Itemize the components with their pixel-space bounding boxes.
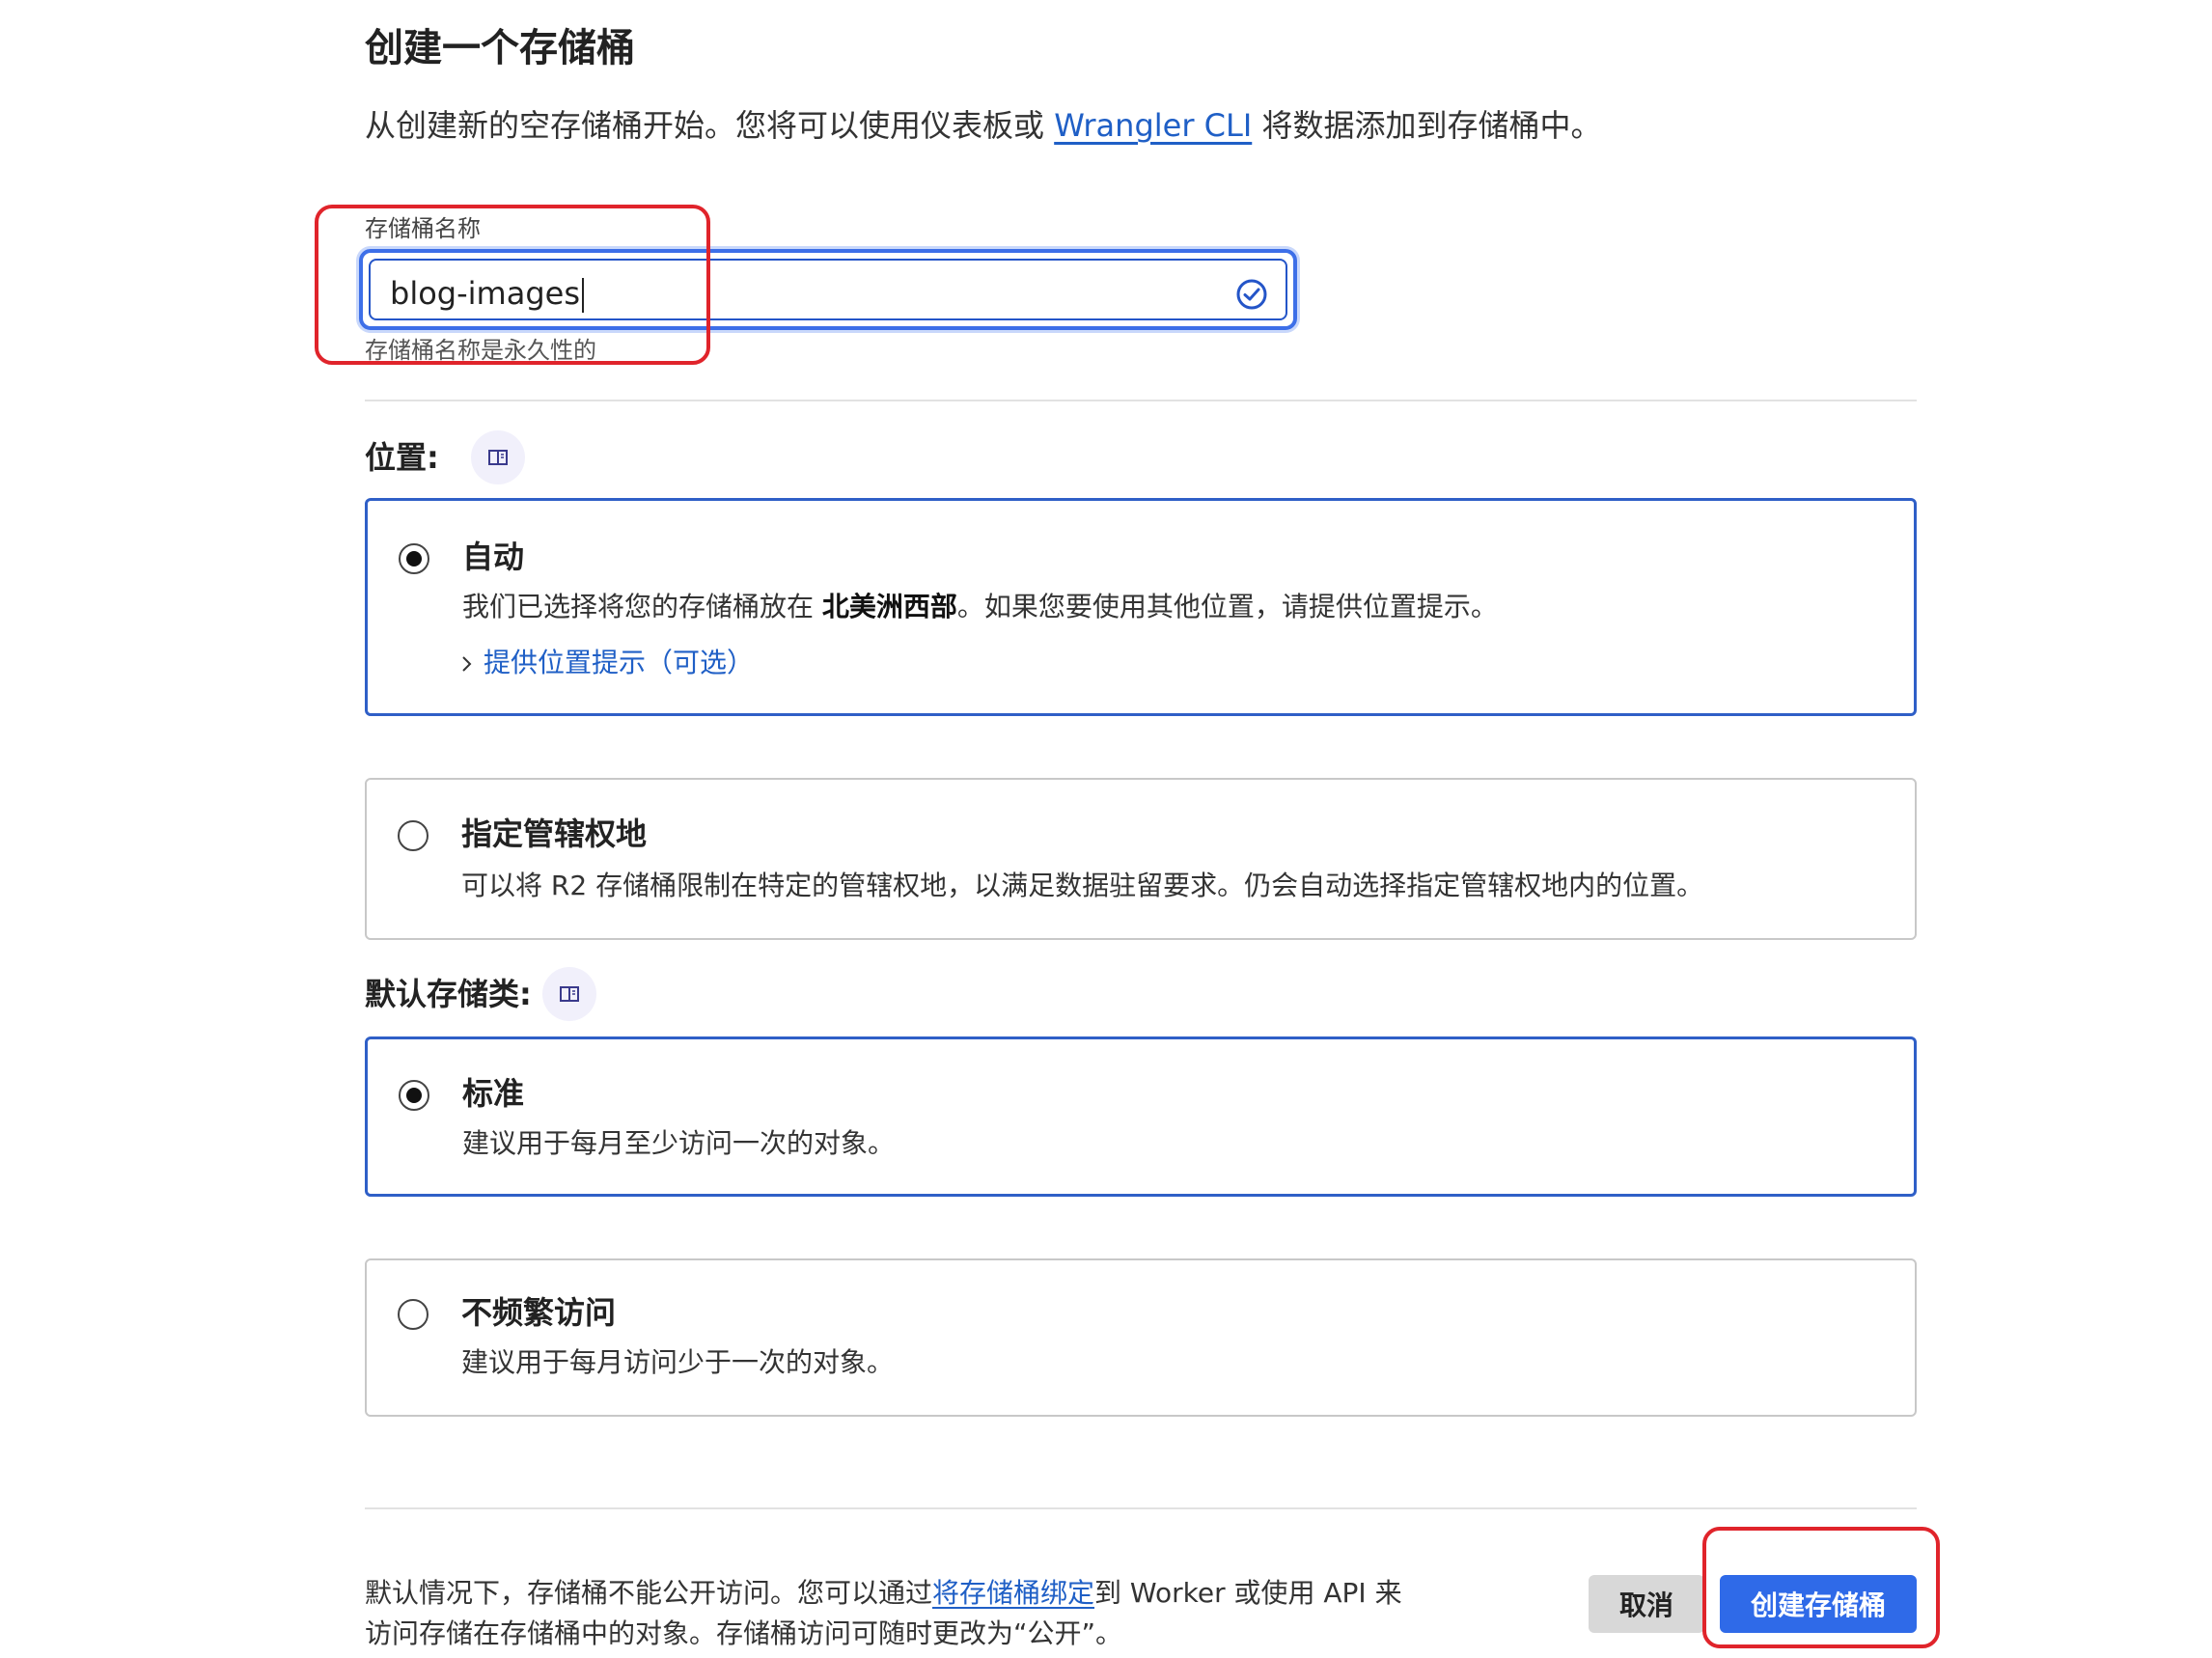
option-description: 可以将 R2 存储桶限制在特定的管辖权地，以满足数据驻留要求。仍会自动选择指定管… bbox=[461, 870, 1704, 901]
option-title: 标准 bbox=[462, 1075, 525, 1112]
location-option-auto[interactable]: 自动 我们已选择将您的存储桶放在 北美洲西部。如果您要使用其他位置，请提供位置提… bbox=[365, 498, 1917, 716]
notice-text: 默认情况下，存储桶不能公开访问。您可以通过 bbox=[365, 1577, 933, 1609]
storage-class-option-infrequent[interactable]: 不频繁访问 建议用于每月访问少于一次的对象。 bbox=[365, 1258, 1917, 1417]
radio-standard[interactable] bbox=[399, 1080, 429, 1111]
desc-region: 北美洲西部 bbox=[821, 591, 957, 622]
divider bbox=[365, 1507, 1917, 1509]
divider bbox=[365, 400, 1917, 401]
storage-class-option-standard[interactable]: 标准 建议用于每月至少访问一次的对象。 bbox=[365, 1036, 1917, 1197]
page-title: 创建一个存储桶 bbox=[365, 26, 635, 70]
subtitle-text-before: 从创建新的空存储桶开始。您将可以使用仪表板或 bbox=[365, 107, 1055, 144]
wrangler-cli-link[interactable]: Wrangler CLI bbox=[1054, 107, 1252, 144]
bind-bucket-link[interactable]: 将存储桶绑定 bbox=[932, 1577, 1094, 1609]
public-access-notice: 默认情况下，存储桶不能公开访问。您可以通过将存储桶绑定到 Worker 或使用 … bbox=[365, 1573, 1407, 1654]
cancel-button[interactable]: 取消 bbox=[1589, 1575, 1704, 1633]
subtitle-text-after: 将数据添加到存储桶中。 bbox=[1252, 107, 1602, 144]
annotation-highlight-create bbox=[1702, 1527, 1940, 1648]
option-description: 建议用于每月访问少于一次的对象。 bbox=[461, 1346, 895, 1378]
location-hint-link[interactable]: 提供位置提示（可选） bbox=[484, 647, 754, 678]
option-description: 建议用于每月至少访问一次的对象。 bbox=[462, 1127, 896, 1159]
option-title: 自动 bbox=[462, 539, 525, 575]
radio-auto[interactable] bbox=[399, 543, 429, 574]
radio-jurisdiction[interactable] bbox=[398, 820, 429, 851]
storage-class-label: 默认存储类: bbox=[365, 976, 532, 1012]
location-option-jurisdiction[interactable]: 指定管辖权地 可以将 R2 存储桶限制在特定的管辖权地，以满足数据驻留要求。仍会… bbox=[365, 778, 1917, 940]
book-icon bbox=[488, 450, 508, 465]
option-title: 不频繁访问 bbox=[461, 1294, 617, 1331]
option-title: 指定管辖权地 bbox=[461, 815, 648, 852]
desc-text: 我们已选择将您的存储桶放在 bbox=[462, 591, 822, 622]
page-subtitle: 从创建新的空存储桶开始。您将可以使用仪表板或 Wrangler CLI 将数据添… bbox=[365, 102, 1601, 149]
valid-check-icon bbox=[1236, 279, 1267, 310]
book-icon bbox=[560, 986, 579, 1002]
location-hint-toggle[interactable]: 提供位置提示（可选） bbox=[460, 644, 754, 682]
option-description: 我们已选择将您的存储桶放在 北美洲西部。如果您要使用其他位置，请提供位置提示。 bbox=[462, 588, 1498, 626]
location-label: 位置: bbox=[365, 439, 439, 476]
location-docs-button[interactable] bbox=[471, 430, 525, 484]
storage-class-docs-button[interactable] bbox=[542, 967, 596, 1021]
annotation-highlight-name bbox=[315, 205, 710, 365]
radio-infrequent[interactable] bbox=[398, 1299, 429, 1330]
desc-text: 。如果您要使用其他位置，请提供位置提示。 bbox=[956, 591, 1498, 622]
chevron-right-icon bbox=[462, 656, 472, 672]
